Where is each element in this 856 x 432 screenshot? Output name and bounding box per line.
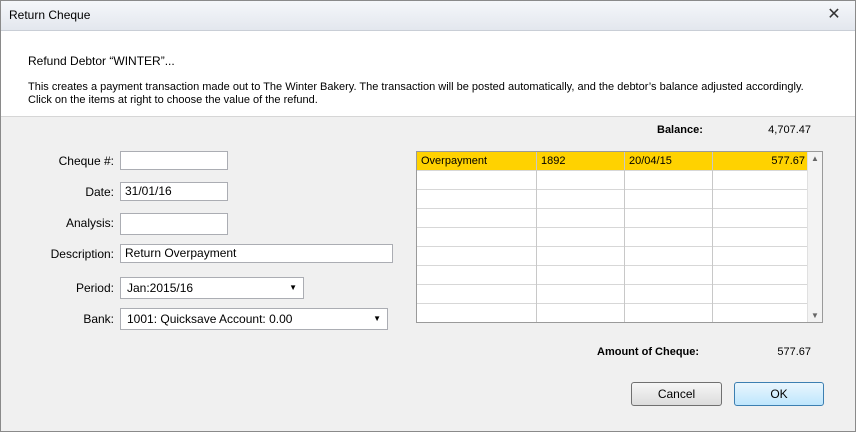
balance-value: 4,707.47 bbox=[768, 124, 811, 136]
analysis-label: Analysis: bbox=[65, 216, 114, 230]
row-type: Overpayment bbox=[421, 155, 488, 167]
return-cheque-dialog: Return Cheque ✕ Refund Debtor “WINTER”..… bbox=[0, 0, 856, 432]
amount-value: 577.67 bbox=[777, 346, 811, 358]
cancel-button[interactable]: Cancel bbox=[631, 382, 722, 406]
cheque-number-input[interactable] bbox=[120, 151, 228, 170]
balance-label: Balance: bbox=[657, 124, 703, 136]
table-row[interactable]: Overpayment 1892 20/04/15 577.67 bbox=[417, 152, 809, 171]
header-area: Refund Debtor “WINTER”... This creates a… bbox=[1, 31, 855, 117]
bank-label: Bank: bbox=[83, 312, 114, 326]
grid-scrollbar[interactable]: ▲ ▼ bbox=[807, 152, 822, 322]
period-label: Period: bbox=[75, 281, 114, 295]
ok-button[interactable]: OK bbox=[734, 382, 824, 406]
period-select-value: Jan:2015/16 bbox=[127, 281, 194, 295]
table-row[interactable] bbox=[417, 171, 809, 190]
table-row[interactable] bbox=[417, 266, 809, 285]
chevron-down-icon: ▼ bbox=[373, 314, 381, 323]
row-date: 20/04/15 bbox=[629, 155, 672, 167]
grid-body: Overpayment 1892 20/04/15 577.67 bbox=[417, 152, 809, 322]
date-input[interactable]: 31/01/16 bbox=[120, 182, 228, 201]
analysis-input[interactable] bbox=[120, 213, 228, 235]
column-divider bbox=[624, 152, 625, 322]
bank-select-value: 1001: Quicksave Account: 0.00 bbox=[127, 312, 293, 326]
column-divider bbox=[536, 152, 537, 322]
table-row[interactable] bbox=[417, 228, 809, 247]
period-select[interactable]: Jan:2015/16 ▼ bbox=[120, 277, 304, 299]
description-input[interactable]: Return Overpayment bbox=[120, 244, 393, 263]
cheque-label: Cheque #: bbox=[58, 154, 114, 168]
refund-items-grid[interactable]: Overpayment 1892 20/04/15 577.67 ▲ ▼ bbox=[416, 151, 823, 323]
bank-select[interactable]: 1001: Quicksave Account: 0.00 ▼ bbox=[120, 308, 388, 330]
table-row[interactable] bbox=[417, 209, 809, 228]
column-divider bbox=[712, 152, 713, 322]
scroll-up-icon[interactable]: ▲ bbox=[811, 154, 819, 163]
date-label: Date: bbox=[85, 185, 114, 199]
close-icon[interactable]: ✕ bbox=[813, 1, 855, 29]
scroll-down-icon[interactable]: ▼ bbox=[811, 311, 819, 320]
row-amount: 577.67 bbox=[771, 155, 805, 167]
table-row[interactable] bbox=[417, 304, 809, 323]
dialog-heading: Refund Debtor “WINTER”... bbox=[28, 54, 175, 68]
table-row[interactable] bbox=[417, 247, 809, 266]
title-bar: Return Cheque ✕ bbox=[1, 1, 855, 31]
table-row[interactable] bbox=[417, 190, 809, 209]
dialog-description: This creates a payment transaction made … bbox=[28, 81, 804, 106]
row-ref: 1892 bbox=[541, 155, 566, 167]
amount-label: Amount of Cheque: bbox=[597, 346, 700, 358]
description-label: Description: bbox=[50, 247, 114, 261]
chevron-down-icon: ▼ bbox=[289, 283, 297, 292]
table-row[interactable] bbox=[417, 285, 809, 304]
window-title: Return Cheque bbox=[9, 8, 91, 22]
